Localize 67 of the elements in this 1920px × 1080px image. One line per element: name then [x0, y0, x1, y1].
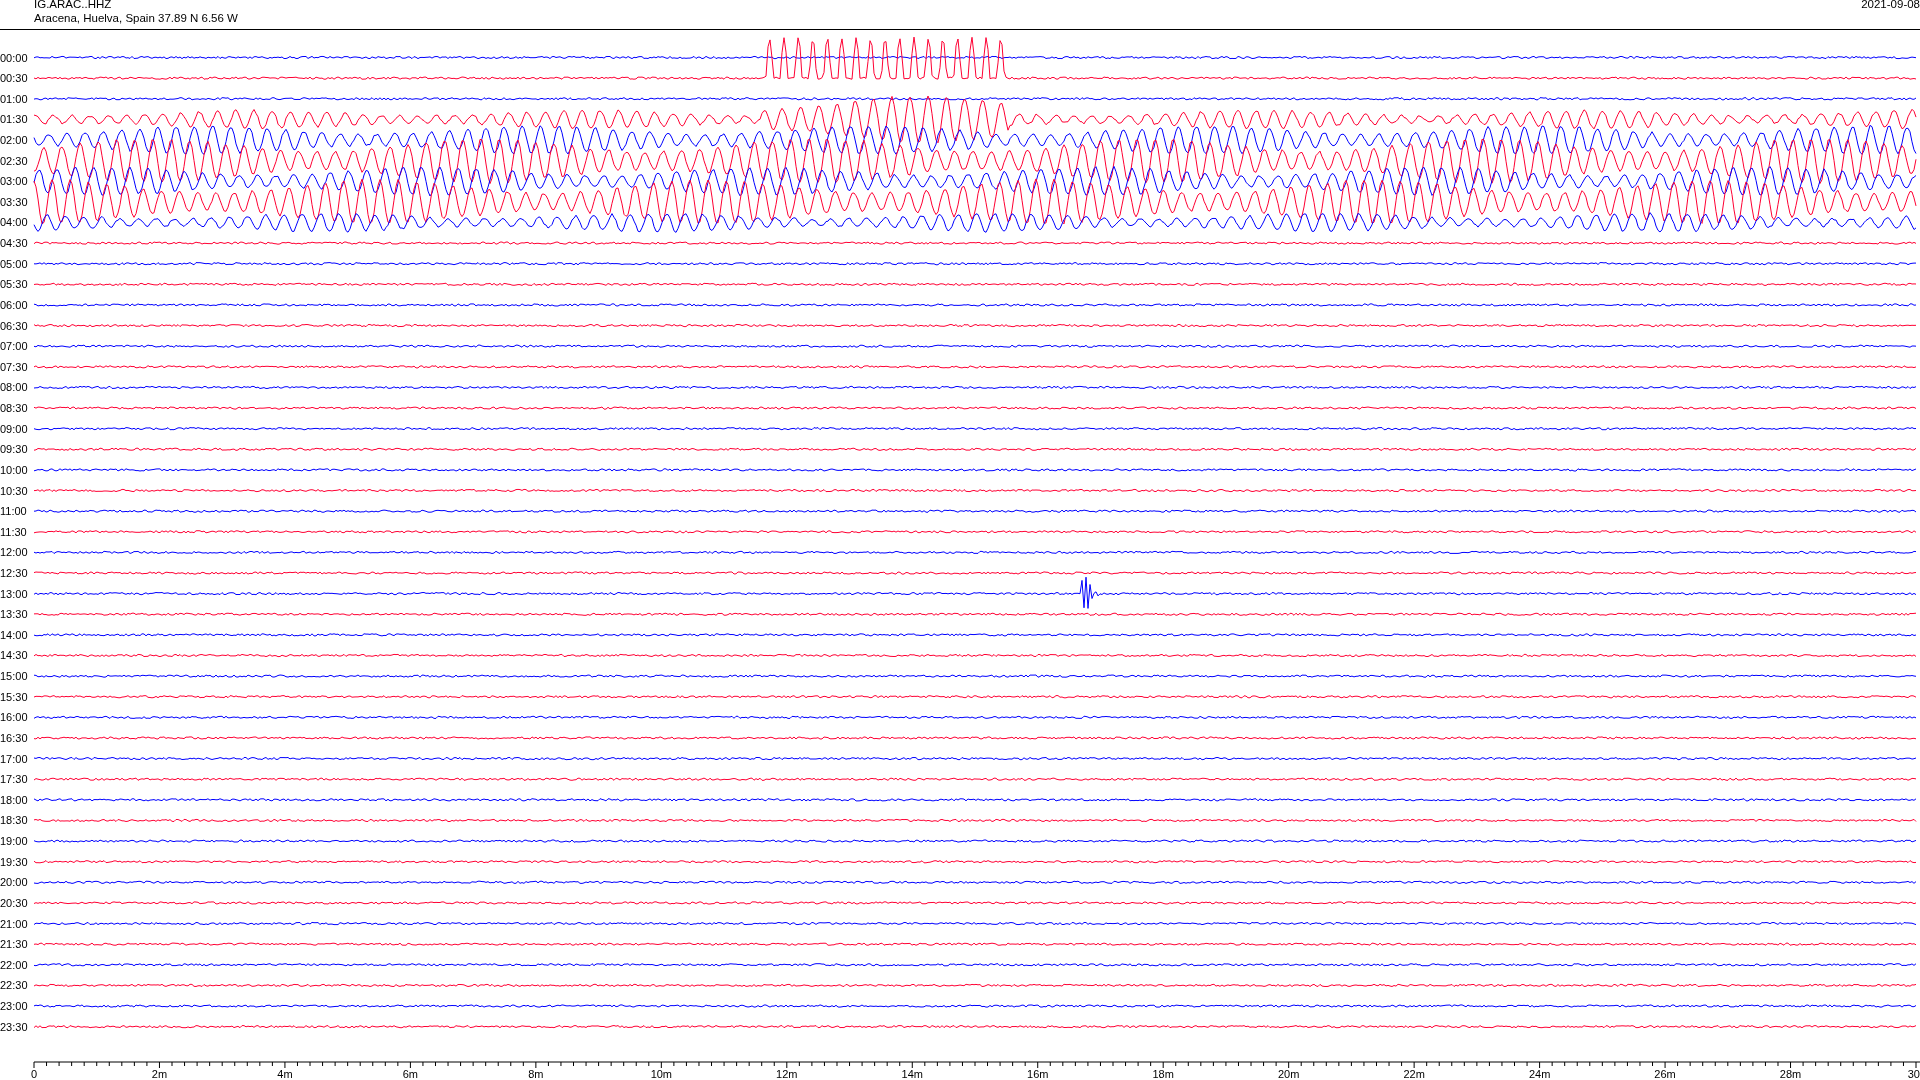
time-label: 19:30	[0, 855, 28, 868]
time-label: 23:00	[0, 1000, 28, 1012]
time-label: 09:30	[0, 443, 28, 456]
axis-tick-label: 10m	[650, 1068, 673, 1079]
time-label: 09:00	[0, 422, 28, 435]
axis-tick-label: 24m	[1528, 1068, 1551, 1079]
axis-tick-label: 12m	[776, 1068, 798, 1079]
axis-tick-label: 20m	[1277, 1068, 1300, 1079]
time-label: 17:30	[0, 773, 28, 786]
time-label: 07:00	[0, 340, 28, 353]
time-label: 01:30	[0, 113, 28, 126]
time-label: 22:30	[0, 979, 28, 992]
axis-tick-label: 28m	[1779, 1068, 1802, 1079]
time-label: 16:00	[0, 711, 28, 724]
time-label: 11:00	[0, 505, 27, 518]
time-label: 21:30	[0, 938, 28, 951]
time-label: 02:30	[0, 154, 28, 167]
time-label: 10:00	[0, 463, 28, 476]
date-label: 2021-09-08	[1861, 0, 1920, 12]
axis-tick-label: 6m	[402, 1068, 419, 1079]
time-label: 03:00	[0, 175, 28, 188]
time-label: 13:30	[0, 608, 28, 621]
axis-tick-label: 8m	[528, 1068, 544, 1079]
station-location: Aracena, Huelva, Spain 37.89 N 6.56 W	[34, 11, 238, 25]
time-label: 07:30	[0, 360, 28, 373]
time-label: 19:00	[0, 835, 28, 848]
time-label: 05:30	[0, 278, 28, 291]
axis-tick-label: 18m	[1152, 1068, 1174, 1079]
time-label: 04:30	[0, 237, 28, 250]
time-label: 14:30	[0, 649, 28, 662]
time-label: 03:30	[0, 195, 28, 208]
axis-tick-label: 0	[30, 1068, 38, 1079]
axis-tick-label: 26m	[1654, 1068, 1676, 1079]
time-label: 12:30	[0, 567, 28, 579]
axis-tick-label: 14m	[901, 1068, 923, 1079]
time-label: 01:00	[0, 92, 28, 105]
axis-tick-label: 16m	[1027, 1068, 1049, 1079]
time-label: 23:30	[0, 1020, 28, 1033]
station-code: IG.ARAC..HHZ	[34, 0, 113, 11]
time-label: 08:00	[0, 381, 28, 394]
time-label: 10:30	[0, 484, 28, 497]
axis-tick-label: 22m	[1403, 1068, 1425, 1079]
axis-tick-label: 2m	[151, 1068, 168, 1079]
time-label: 13:00	[0, 587, 28, 600]
time-label: 22:00	[0, 958, 28, 971]
time-label: 06:00	[0, 298, 28, 311]
axis-tick-label: 4m	[277, 1068, 293, 1079]
time-label: 11:30	[0, 525, 27, 538]
time-label: 08:30	[0, 402, 28, 415]
time-label: 05:00	[0, 257, 28, 270]
time-label: 15:00	[0, 670, 28, 683]
time-label: 20:30	[0, 896, 28, 909]
time-label: 12:00	[0, 546, 28, 559]
time-label: 21:00	[0, 917, 28, 930]
time-label: 02:00	[0, 134, 28, 146]
time-label: 20:00	[0, 876, 28, 889]
time-label: 18:30	[0, 814, 28, 827]
axis-tick-label: 30	[1907, 1068, 1920, 1079]
time-label: 04:00	[0, 216, 28, 229]
time-label: 17:00	[0, 752, 28, 765]
time-label: 18:00	[0, 793, 28, 806]
time-label: 00:30	[0, 72, 28, 85]
time-label: 06:30	[0, 319, 28, 332]
time-label: 14:00	[0, 628, 28, 641]
time-label: 16:30	[0, 731, 28, 744]
time-label: 15:30	[0, 690, 28, 703]
time-label: 00:00	[0, 51, 28, 64]
